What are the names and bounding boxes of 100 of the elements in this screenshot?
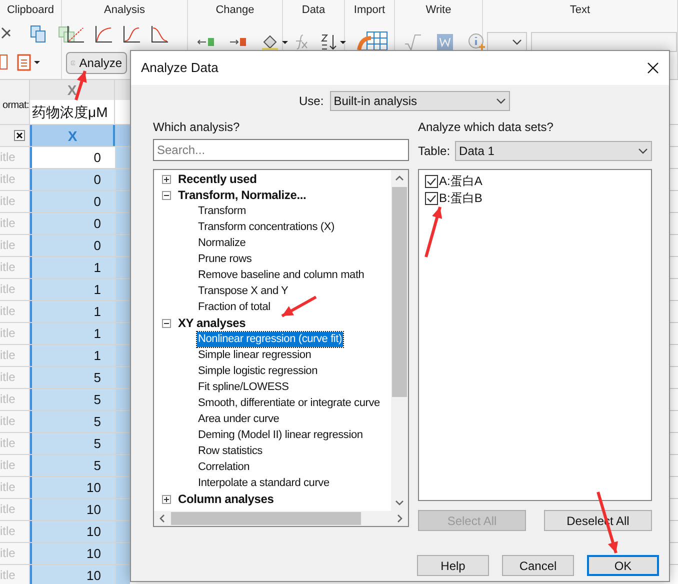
ribbon-group-label: Import (352, 3, 386, 18)
paste-special-icon[interactable] (56, 24, 76, 44)
tree-item[interactable]: Interpolate a standard curve (197, 476, 330, 490)
close-icon[interactable] (14, 130, 25, 141)
tree-group[interactable]: XY analyses (178, 314, 246, 332)
table-cell[interactable]: 5 (30, 367, 115, 388)
row-title: itle (0, 191, 30, 212)
word-document-icon[interactable] (435, 32, 455, 52)
table-cell[interactable]: 1 (30, 279, 115, 300)
row-title: itle (0, 477, 30, 498)
tree-item[interactable]: Remove baseline and column math (197, 268, 366, 282)
tree-item[interactable]: Transpose X and Y (197, 284, 290, 298)
analyze-button[interactable]: Analyze (66, 52, 127, 74)
ribbon-group-label: Clipboard (6, 3, 56, 18)
paste-icon[interactable] (16, 52, 42, 72)
tree-item[interactable]: Fit spline/LOWESS (197, 380, 290, 394)
curve-chart-icon[interactable] (122, 24, 142, 44)
tree-item[interactable]: Row statistics (197, 444, 264, 458)
tree-item[interactable]: Deming (Model II) linear regression (197, 428, 364, 442)
square-root-icon[interactable] (403, 32, 423, 52)
chevron-down-icon (638, 148, 648, 154)
tree-item[interactable]: Prune rows (197, 252, 253, 266)
table-cell[interactable]: 0 (30, 169, 115, 190)
table-cell[interactable]: 1 (30, 257, 115, 278)
horizontal-scrollbar[interactable] (154, 511, 408, 526)
document-icon[interactable] (0, 52, 8, 72)
table-dropdown[interactable]: Data 1 (455, 141, 652, 161)
annotation-arrow (424, 206, 442, 258)
tree-group[interactable]: Recently used (178, 170, 257, 188)
tree-item[interactable]: Normalize (197, 236, 247, 250)
curve-chart-icon[interactable] (94, 24, 114, 44)
row-title: itle (0, 345, 30, 366)
column-title[interactable]: 药物浓度μM (30, 100, 115, 124)
curve-chart-icon[interactable] (150, 24, 170, 44)
checkbox[interactable] (425, 192, 438, 204)
tree-item[interactable]: Area under curve (197, 412, 280, 426)
tree-item[interactable]: Transform concentrations (X) (197, 220, 336, 234)
table-cell[interactable]: 10 (30, 543, 115, 564)
row-title: itle (0, 323, 30, 344)
table-cell[interactable]: 5 (30, 411, 115, 432)
collapse-icon[interactable] (162, 190, 171, 200)
table-cell[interactable]: 0 (30, 191, 115, 212)
annotation-arrow (281, 296, 317, 318)
table-cell[interactable]: 1 (30, 323, 115, 344)
dialog-button[interactable]: Cancel (502, 555, 574, 576)
chevron-down-icon (512, 39, 522, 45)
tree-item[interactable]: Correlation (197, 460, 251, 474)
tree-group[interactable]: Column analyses (178, 490, 274, 508)
search-field[interactable]: Search... (153, 139, 409, 161)
table-cell[interactable]: 5 (30, 455, 115, 476)
section-heading: Which analysis? (153, 119, 241, 135)
table-cell[interactable]: 5 (30, 389, 115, 410)
info-add-icon[interactable] (467, 32, 487, 52)
table-cell[interactable]: 1 (30, 301, 115, 322)
tree-item[interactable]: Simple logistic regression (197, 364, 319, 378)
tree-item[interactable]: Fraction of total (197, 300, 272, 314)
table-cell[interactable]: 10 (30, 477, 115, 498)
dataset-label[interactable]: A:蛋白A (439, 172, 482, 190)
row-title: itle (0, 301, 30, 322)
row-title: itle (0, 279, 30, 300)
ribbon-group-label: Text (568, 3, 592, 18)
header-cell (115, 125, 130, 146)
table-cell[interactable]: 5 (30, 433, 115, 454)
table-cell[interactable]: 1 (30, 345, 115, 366)
collapse-icon[interactable] (162, 318, 171, 328)
tree-item[interactable]: Nonlinear regression (curve fit) (197, 332, 343, 346)
row-title: itle (0, 367, 30, 388)
use-dropdown[interactable]: Built-in analysis (330, 91, 510, 111)
tree-group[interactable]: Transform, Normalize... (178, 186, 306, 204)
dataset-label[interactable]: B:蛋白B (439, 189, 482, 207)
table-cell[interactable]: 0 (30, 235, 115, 256)
row-title: itle (0, 455, 30, 476)
row-title: itle (0, 499, 30, 520)
annotation-arrow (74, 70, 87, 100)
column-letter: X (30, 80, 115, 100)
expand-icon[interactable] (162, 174, 171, 184)
row-title: itle (0, 433, 30, 454)
tree-item[interactable]: Transform (197, 204, 247, 218)
vertical-scrollbar[interactable] (391, 170, 408, 511)
scroll-left-icon[interactable] (158, 514, 167, 523)
table-cell[interactable]: 0 (30, 213, 115, 234)
table-cell[interactable]: 10 (30, 499, 115, 520)
chevron-down-icon (496, 98, 506, 104)
row-title: itle (0, 543, 30, 564)
window-title: Analyze Data (141, 59, 218, 78)
font-name-field[interactable] (531, 32, 677, 52)
scroll-right-icon[interactable] (395, 514, 404, 523)
tree-item[interactable]: Simple linear regression (197, 348, 312, 362)
table-cell[interactable]: 10 (30, 521, 115, 542)
font-size-dropdown[interactable] (487, 32, 527, 52)
checkbox[interactable] (425, 174, 438, 188)
expand-icon[interactable] (162, 494, 171, 504)
sort-icon[interactable] (319, 32, 347, 52)
table-cell[interactable]: 10 (30, 565, 115, 584)
dialog-button[interactable]: OK (587, 555, 659, 576)
curve-chart-icon[interactable] (66, 24, 86, 44)
dialog-button[interactable]: Help (417, 555, 489, 576)
close-icon[interactable] (647, 62, 659, 74)
tree-item[interactable]: Smooth, differentiate or integrate curve (197, 396, 381, 410)
copy-icon[interactable] (28, 24, 48, 44)
